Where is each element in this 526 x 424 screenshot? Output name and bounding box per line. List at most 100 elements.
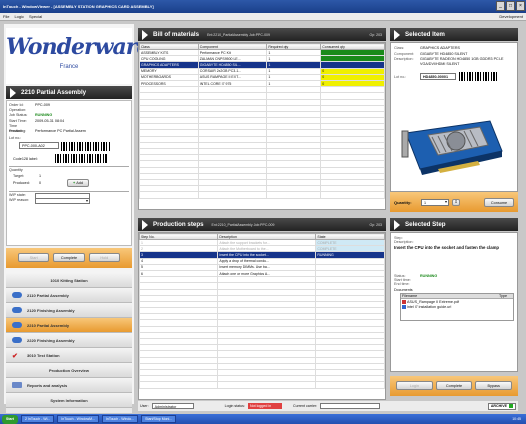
- quantity-bar: Quantity: 1 ▾ ⇕ Consume: [390, 192, 518, 212]
- station-nav: 1010 Kitting Station 2110 Partial Assembl…: [6, 273, 132, 413]
- empty-row: [138, 381, 385, 389]
- chevron-down-icon: ▾: [85, 197, 88, 203]
- task-item[interactable]: InTouch - WindowM...: [57, 415, 99, 423]
- quantity-label: Quantity:: [394, 199, 412, 205]
- plus-icon: +: [73, 180, 76, 185]
- wip-reason-select[interactable]: ▾: [35, 197, 90, 204]
- check-icon: ✔: [12, 353, 18, 360]
- nav-item[interactable]: 2120 Finishing Assembly: [6, 303, 132, 318]
- station-icon: [12, 322, 22, 328]
- nav-item[interactable]: 2110 Partial Assembly: [6, 288, 132, 303]
- consume-button[interactable]: Consume: [484, 197, 514, 207]
- nav-item[interactable]: Production Overview: [6, 363, 132, 378]
- empty-cell: [315, 381, 385, 389]
- bypass-button[interactable]: Bypass: [475, 381, 513, 390]
- selected-item-header: Selected Item: [390, 28, 518, 41]
- nav-item[interactable]: System Information: [6, 393, 132, 408]
- steps-meta: Ent:2210_PartialAssembly Job:PPC-009: [211, 222, 275, 227]
- code128-barcode: [55, 154, 107, 164]
- close-button[interactable]: ×: [516, 1, 525, 11]
- window-controls: _ □ ×: [496, 1, 525, 12]
- menu-bar: File Logic Special Development: [0, 13, 526, 21]
- chevron-down-icon: ▾: [444, 198, 447, 204]
- wip-reason-label: WIP reason:: [9, 197, 30, 202]
- task-item[interactable]: InTouch - Windo...: [101, 415, 139, 423]
- steps-table: Step No. Description State 1 Attach the sup…: [138, 232, 386, 400]
- target-label: Target:: [13, 173, 25, 178]
- menu-development[interactable]: Development: [499, 14, 523, 19]
- empty-cell: [217, 381, 317, 389]
- order-info-panel: Order Id: PPC-009 Operation: Job Status: RUN…: [6, 100, 132, 246]
- empty-row: [139, 191, 385, 199]
- stepper-icon[interactable]: ⇕: [452, 198, 460, 206]
- chevron-right-icon: [142, 219, 148, 230]
- station-icon: [12, 337, 22, 343]
- produced-value: 0: [39, 181, 42, 186]
- step-end-label: End time:: [394, 282, 410, 286]
- start-button[interactable]: Start: [2, 414, 18, 424]
- nav-item[interactable]: 2210 Partial Assembly: [6, 318, 132, 333]
- pdf-icon: [402, 299, 406, 304]
- selected-step-title: Selected Step: [405, 221, 446, 228]
- nav-item-label: 2220 Finishing Assembly: [27, 337, 75, 343]
- menu-logic[interactable]: Logic: [14, 14, 24, 19]
- chevron-right-icon: [142, 29, 148, 40]
- produced-label: Produced:: [13, 181, 30, 186]
- station-icon: [12, 307, 22, 313]
- logo-region: France: [59, 64, 79, 70]
- assembly-header: 2210 Partial Assembly: [6, 86, 132, 99]
- task-item[interactable]: 2 InTouch - Wi...: [20, 415, 55, 423]
- nav-item[interactable]: 1010 Kitting Station: [6, 273, 132, 288]
- barcode-image: [61, 142, 111, 152]
- order-field-label: Product:: [9, 128, 23, 133]
- bom-meta: Ent:2210_PartialAssembly Job:PPC-009: [207, 32, 270, 37]
- selected-step-header: Selected Step: [390, 218, 518, 231]
- empty-cell: [266, 191, 322, 199]
- nav-item-label: Production Overview: [48, 367, 89, 373]
- complete-job-button[interactable]: Complete: [53, 253, 85, 262]
- complete-step-button[interactable]: Complete: [435, 381, 473, 390]
- step-status-value: RUNNING: [420, 274, 438, 278]
- window-titlebar: InTouch - WindowViewer - [ASSEMBLY STATI…: [0, 0, 526, 13]
- add-button[interactable]: + Add: [67, 179, 89, 188]
- document-item[interactable]: intel i7 installation guide.url: [401, 304, 513, 309]
- nav-item[interactable]: ✔ 3010 Test Station: [6, 348, 132, 363]
- hold-button[interactable]: Hold: [88, 253, 120, 262]
- clock: 10:45: [512, 417, 521, 421]
- user-label: User:: [140, 404, 149, 408]
- nav-item-label: 2110 Partial Assembly: [27, 292, 69, 298]
- wonderware-logo: Wonderware France: [6, 28, 150, 84]
- lot-label: Lot no.:: [9, 136, 22, 141]
- status-bar: User: Administrator Login status: Not lo…: [138, 401, 518, 411]
- start-button[interactable]: Start: [18, 253, 50, 262]
- user-field: Administrator: [151, 403, 194, 409]
- item-lot-label: Lot no.:: [394, 74, 407, 79]
- assembly-title: 2210 Partial Assembly: [21, 89, 87, 96]
- nav-item-label: 1010 Kitting Station: [50, 277, 88, 283]
- quantity-select[interactable]: 1 ▾: [421, 198, 449, 206]
- task-item[interactable]: Start/Stop Moni...: [141, 415, 177, 423]
- documents-label: Documents: [394, 288, 413, 292]
- lot-input[interactable]: PPC-000-A02: [19, 142, 59, 150]
- maximize-button[interactable]: □: [506, 1, 515, 11]
- minimize-button[interactable]: _: [496, 1, 505, 11]
- doc-header-filename: Filename: [402, 294, 418, 298]
- class-value: GRAPHICS ADAPTERS: [420, 46, 460, 50]
- step-button-panel: Login Complete Bypass: [390, 376, 518, 396]
- bom-title: Bill of materials: [153, 31, 200, 38]
- login-button[interactable]: Login: [396, 381, 433, 390]
- station-icon: [12, 292, 22, 298]
- graphics-card-image: [401, 120, 503, 175]
- code128-label: Code128 label:: [13, 156, 38, 161]
- empty-cell: [138, 381, 219, 389]
- bom-header: Bill of materials Ent:2210_PartialAssemb…: [138, 28, 386, 41]
- nav-item-label: 2120 Finishing Assembly: [27, 307, 75, 313]
- nav-item[interactable]: Reports and analysis: [6, 378, 132, 393]
- step-description-label: Description:: [394, 240, 414, 244]
- item-lot-input[interactable]: HD4850-00001: [420, 73, 456, 81]
- menu-special[interactable]: Special: [29, 14, 42, 19]
- order-field: Product: Performance PC Partial Assem: [9, 129, 129, 134]
- steps-op: Op: 203: [369, 222, 382, 227]
- nav-item[interactable]: 2220 Finishing Assembly: [6, 333, 132, 348]
- menu-file[interactable]: File: [3, 14, 9, 19]
